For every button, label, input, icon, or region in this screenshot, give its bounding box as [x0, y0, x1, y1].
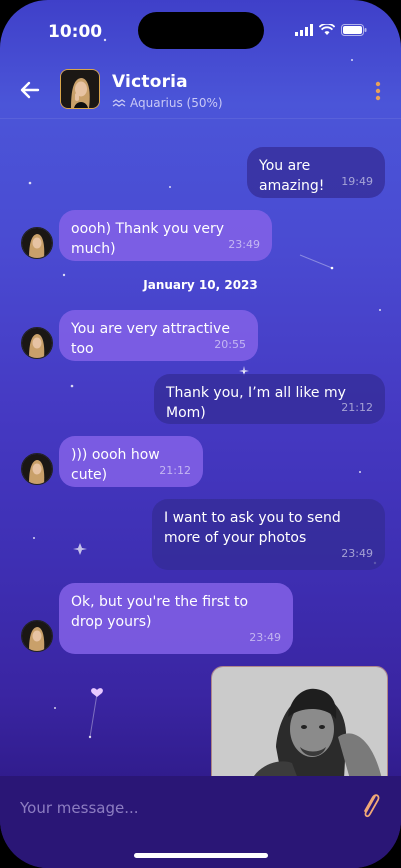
status-icons [295, 24, 367, 36]
contact-avatar[interactable] [60, 69, 100, 109]
status-bar: 10:00 [0, 0, 401, 60]
message-time: 23:49 [341, 547, 373, 560]
message-text: Thank you, I’m all like my Mom) [166, 385, 346, 421]
home-indicator [134, 853, 268, 858]
chat-screen: 10:00 Victoria Aquarius (50%) You are am… [0, 0, 401, 868]
sender-avatar[interactable] [21, 327, 53, 359]
arrow-left-icon[interactable] [18, 78, 42, 102]
message-incoming[interactable]: ))) oooh how cute) 21:12 [59, 436, 203, 487]
message-time: 23:49 [228, 238, 260, 251]
dynamic-island [138, 12, 264, 49]
message-outgoing[interactable]: I want to ask you to send more of your p… [152, 499, 385, 570]
aquarius-icon [112, 99, 126, 107]
photo-message[interactable] [211, 666, 388, 780]
sender-avatar[interactable] [21, 620, 53, 652]
status-time: 10:00 [48, 22, 103, 42]
header-divider [0, 118, 401, 119]
message-time: 21:12 [159, 464, 191, 477]
battery-icon [341, 24, 367, 36]
message-incoming[interactable]: oooh) Thank you very much) 23:49 [59, 210, 272, 261]
sender-avatar[interactable] [21, 453, 53, 485]
message-outgoing[interactable]: You are amazing! 19:49 [247, 147, 385, 198]
message-incoming[interactable]: You are very attractive too 20:55 [59, 310, 258, 361]
wifi-icon [319, 24, 335, 35]
contact-subtitle: Aquarius (50%) [112, 96, 223, 110]
zodiac-label: Aquarius (50%) [130, 96, 223, 110]
cellular-signal-icon [295, 24, 313, 36]
message-text: You are amazing! [259, 158, 325, 194]
paperclip-icon[interactable] [359, 790, 383, 820]
contact-name: Victoria [112, 72, 188, 92]
more-vertical-icon[interactable] [375, 80, 381, 102]
sender-avatar[interactable] [21, 227, 53, 259]
date-separator: January 10, 2023 [143, 278, 258, 292]
message-text: You are very attractive too [71, 321, 230, 357]
message-text: I want to ask you to send more of your p… [164, 510, 341, 546]
message-text: oooh) Thank you very much) [71, 221, 225, 257]
message-time: 20:55 [214, 338, 246, 351]
message-text: ))) oooh how cute) [71, 447, 160, 483]
chat-header: Victoria Aquarius (50%) [0, 62, 401, 118]
message-input[interactable] [18, 796, 352, 820]
message-time: 23:49 [249, 631, 281, 644]
message-time: 19:49 [341, 175, 373, 188]
message-time: 21:12 [341, 401, 373, 414]
message-outgoing[interactable]: Thank you, I’m all like my Mom) 21:12 [154, 374, 385, 424]
message-incoming[interactable]: Ok, but you're the first to drop yours) … [59, 583, 293, 654]
message-text: Ok, but you're the first to drop yours) [71, 594, 249, 630]
